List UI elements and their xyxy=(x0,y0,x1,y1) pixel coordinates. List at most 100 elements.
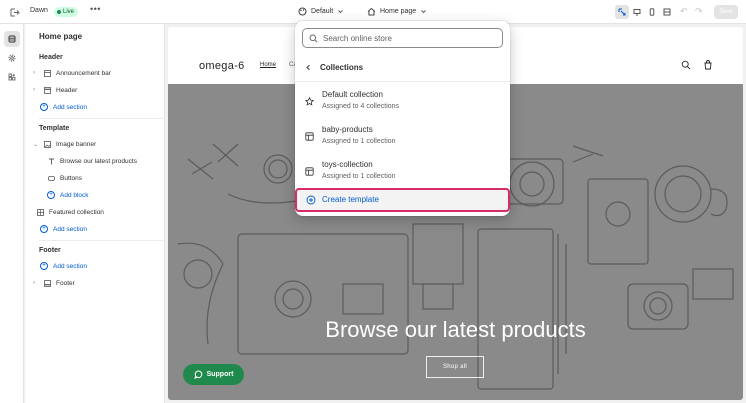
back-to-collections[interactable]: Collections xyxy=(305,63,363,72)
search-field[interactable] xyxy=(302,28,503,48)
divider xyxy=(39,118,165,119)
search-icon xyxy=(309,34,318,43)
footer-section-heading: Footer xyxy=(39,247,61,254)
sidebar-title: Home page xyxy=(39,32,83,41)
template-icon xyxy=(305,167,314,176)
sections-icon[interactable] xyxy=(4,31,20,47)
cart-icon[interactable] xyxy=(703,60,713,70)
banner-heading[interactable]: Browse our latest products xyxy=(168,317,743,343)
apps-icon[interactable] xyxy=(4,69,20,85)
option-title: Default collection xyxy=(322,90,383,99)
template-option-toys-collection[interactable]: toys-collection Assigned to 1 collection xyxy=(301,155,504,187)
more-actions-button[interactable]: ••• xyxy=(90,4,101,14)
redo-icon[interactable]: ↷ xyxy=(695,6,703,17)
fullscreen-view-icon[interactable] xyxy=(660,5,674,19)
plus-circle-icon: + xyxy=(47,191,55,199)
plus-circle-icon: + xyxy=(40,103,48,111)
sidebar-item-footer[interactable]: › Footer xyxy=(33,277,75,289)
left-rail xyxy=(0,24,24,403)
add-block-label: Add block xyxy=(60,191,89,199)
settings-icon[interactable] xyxy=(4,50,20,66)
nav-link-home[interactable]: Home xyxy=(260,62,276,68)
sidebar-item-featured-collection[interactable]: Featured collection xyxy=(37,206,104,218)
sidebar-item-heading-block[interactable]: Browse our latest products xyxy=(48,155,137,167)
template-option-default-collection[interactable]: Default collection Assigned to 4 collect… xyxy=(301,85,504,117)
header-section-heading: Header xyxy=(39,54,63,61)
support-button[interactable]: Support xyxy=(183,364,244,385)
add-section-label: Add section xyxy=(53,225,87,233)
footer-icon xyxy=(44,279,51,287)
add-block-button[interactable]: + Add block xyxy=(47,189,89,201)
star-icon xyxy=(305,97,314,106)
live-dot-icon xyxy=(57,10,61,14)
search-icon[interactable] xyxy=(681,60,691,70)
option-subtitle: Assigned to 1 collection xyxy=(322,138,396,145)
announcement-icon xyxy=(44,69,51,77)
chevron-down-icon xyxy=(338,10,344,14)
add-section-label: Add section xyxy=(53,103,87,111)
chevron-down-icon xyxy=(421,10,427,14)
theme-name: Dawn xyxy=(30,7,48,14)
sidebar-item-image-banner[interactable]: ⌄ Image banner xyxy=(33,138,96,150)
exit-icon[interactable] xyxy=(8,6,20,18)
undo-icon[interactable]: ↶ xyxy=(680,6,688,17)
plus-circle-icon: + xyxy=(40,225,48,233)
sidebar-item-label: Header xyxy=(56,86,78,94)
template-option-baby-products[interactable]: baby-products Assigned to 1 collection xyxy=(301,120,504,152)
sidebar-item-label: Featured collection xyxy=(49,208,104,216)
chevron-right-icon: › xyxy=(33,70,35,76)
add-section-footer-button[interactable]: + Add section xyxy=(40,260,87,272)
plus-circle-icon: + xyxy=(40,262,48,270)
create-template-button[interactable]: Create template xyxy=(295,188,510,212)
shop-all-button[interactable]: Shop all xyxy=(426,356,484,378)
option-subtitle: Assigned to 4 collections xyxy=(322,103,400,110)
text-icon xyxy=(48,158,55,165)
desktop-view-icon[interactable] xyxy=(630,5,644,19)
theme-icon xyxy=(298,7,307,16)
template-section-heading: Template xyxy=(39,125,70,132)
sidebar-item-announcement-bar[interactable]: › Announcement bar xyxy=(33,67,111,79)
sidebar-item-label: Announcement bar xyxy=(56,69,111,77)
sidebar-item-label: Buttons xyxy=(60,174,83,182)
option-subtitle: Assigned to 1 collection xyxy=(322,173,396,180)
live-badge: Live xyxy=(54,7,79,17)
chevron-left-icon xyxy=(306,64,310,71)
sidebar-item-label: Image banner xyxy=(56,140,97,148)
sidebar-item-buttons-block[interactable]: Buttons xyxy=(48,172,82,184)
mobile-view-icon[interactable] xyxy=(645,5,659,19)
sidebar-item-header[interactable]: › Header xyxy=(33,84,77,96)
chevron-right-icon: › xyxy=(33,280,35,286)
sidebar-item-label: Footer xyxy=(56,279,75,287)
support-button-label: Support xyxy=(206,371,234,378)
create-template-label: Create template xyxy=(322,195,379,204)
add-section-header-button[interactable]: + Add section xyxy=(40,101,87,113)
button-icon xyxy=(48,175,55,182)
inspector-icon[interactable] xyxy=(615,5,629,19)
home-icon xyxy=(367,7,376,16)
sidebar-item-label: Browse our latest products xyxy=(60,157,137,165)
plus-circle-icon xyxy=(306,195,316,205)
chevron-right-icon: › xyxy=(33,87,35,93)
option-title: baby-products xyxy=(322,125,373,134)
page-selector[interactable]: Home page xyxy=(367,7,427,16)
store-logo[interactable]: omega-6 xyxy=(199,60,245,72)
divider xyxy=(295,81,510,82)
chat-icon xyxy=(193,370,202,379)
search-input[interactable] xyxy=(323,33,493,43)
option-title: toys-collection xyxy=(322,160,373,169)
collection-icon xyxy=(37,208,44,216)
sections-sidebar: Home page Header › Announcement bar › He… xyxy=(25,24,165,403)
add-section-template-button[interactable]: + Add section xyxy=(40,223,87,235)
chevron-down-icon: ⌄ xyxy=(33,141,39,148)
template-icon xyxy=(305,132,314,141)
template-selector[interactable]: Default xyxy=(298,7,344,16)
image-icon xyxy=(44,140,51,148)
add-section-label: Add section xyxy=(53,262,87,270)
header-icon xyxy=(44,86,51,94)
save-button[interactable]: Save xyxy=(714,5,738,19)
template-selector-label: Default xyxy=(311,8,334,15)
live-badge-label: Live xyxy=(63,9,75,15)
back-label: Collections xyxy=(320,63,364,72)
page-selector-label: Home page xyxy=(380,8,417,15)
divider xyxy=(39,240,165,241)
